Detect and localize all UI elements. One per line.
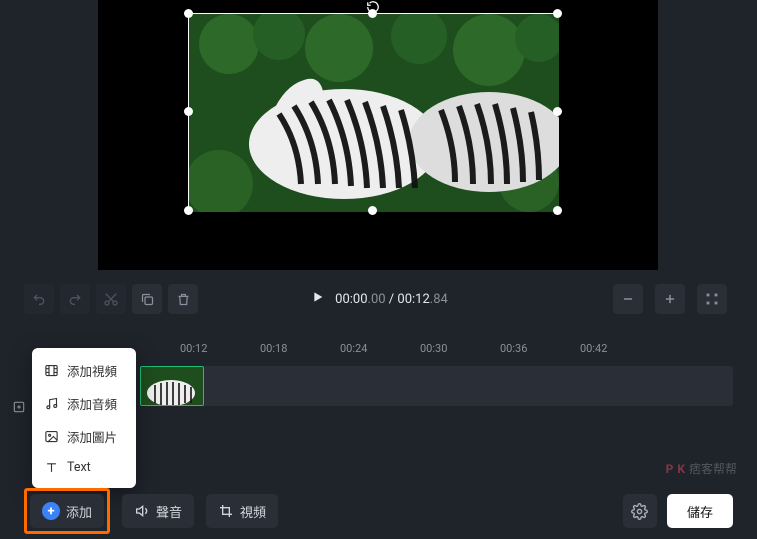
sound-icon <box>134 503 150 519</box>
total-time: 00:12 <box>397 292 429 307</box>
preview-canvas[interactable] <box>98 0 658 270</box>
gear-icon <box>631 503 648 520</box>
sound-tab[interactable]: 聲音 <box>122 494 194 528</box>
rotate-icon[interactable] <box>366 0 380 14</box>
timecode-display: 00:00.00 / 00:12.84 <box>335 292 448 307</box>
add-button-label: 添加 <box>66 502 92 521</box>
add-menu-item-text[interactable]: Text <box>32 453 136 482</box>
resize-handle-w[interactable] <box>184 107 193 116</box>
zoom-out-button[interactable] <box>613 284 643 314</box>
cut-button[interactable] <box>96 284 126 314</box>
ruler-tick: 00:24 <box>340 342 367 355</box>
resize-handle-s[interactable] <box>368 206 377 215</box>
add-menu: 添加視頻 添加音頻 添加圖片 Text <box>32 348 136 488</box>
timeline-ruler[interactable]: 00:12 00:18 00:24 00:30 00:36 00:42 <box>140 342 733 360</box>
crop-icon <box>218 503 234 519</box>
tutorial-highlight: + 添加 <box>24 488 110 534</box>
clip-thumbnail-preview <box>189 14 559 212</box>
ruler-tick: 00:30 <box>420 342 447 355</box>
save-button-label: 儲存 <box>687 502 713 521</box>
image-icon <box>44 429 59 444</box>
text-icon <box>44 460 59 475</box>
bottom-bar: + 添加 聲音 視頻 儲存 <box>0 483 757 539</box>
watermark: PK 痞客帮帮 <box>666 460 737 477</box>
add-track-icon[interactable] <box>12 400 26 414</box>
ruler-tick: 00:18 <box>260 342 287 355</box>
playback-controls: 00:00.00 / 00:12.84 <box>309 289 448 309</box>
video-track[interactable] <box>140 366 733 406</box>
resize-handle-e[interactable] <box>553 107 562 116</box>
resize-handle-sw[interactable] <box>184 206 193 215</box>
add-menu-item-label: 添加視頻 <box>67 361 117 380</box>
delete-button[interactable] <box>168 284 198 314</box>
editor-toolbar: 00:00.00 / 00:12.84 <box>24 282 733 316</box>
video-tab-label: 視頻 <box>240 502 266 521</box>
copy-button[interactable] <box>132 284 162 314</box>
resize-handle-se[interactable] <box>553 206 562 215</box>
fit-button[interactable] <box>697 284 727 314</box>
add-button[interactable]: + 添加 <box>30 494 104 528</box>
ruler-tick: 00:42 <box>580 342 607 355</box>
save-button[interactable]: 儲存 <box>667 494 733 528</box>
sound-tab-label: 聲音 <box>156 502 182 521</box>
add-menu-item-image[interactable]: 添加圖片 <box>32 420 136 453</box>
current-time: 00:00 <box>335 292 367 307</box>
undo-button[interactable] <box>24 284 54 314</box>
plus-icon: + <box>42 502 60 520</box>
settings-button[interactable] <box>623 494 657 528</box>
redo-button[interactable] <box>60 284 90 314</box>
add-menu-item-label: 添加圖片 <box>67 427 117 446</box>
resize-handle-nw[interactable] <box>184 9 193 18</box>
resize-handle-ne[interactable] <box>553 9 562 18</box>
add-menu-item-video[interactable]: 添加視頻 <box>32 354 136 387</box>
add-menu-item-label: Text <box>67 460 91 475</box>
timeline-clip[interactable] <box>140 366 204 406</box>
video-tab[interactable]: 視頻 <box>206 494 278 528</box>
film-icon <box>44 363 59 378</box>
zoom-in-button[interactable] <box>655 284 685 314</box>
add-menu-item-label: 添加音頻 <box>67 394 117 413</box>
add-menu-item-audio[interactable]: 添加音頻 <box>32 387 136 420</box>
music-icon <box>44 396 59 411</box>
ruler-tick: 00:12 <box>180 342 207 355</box>
ruler-tick: 00:36 <box>500 342 527 355</box>
selected-clip-frame[interactable] <box>188 13 558 211</box>
play-button[interactable] <box>309 289 325 309</box>
timeline[interactable]: 00:12 00:18 00:24 00:30 00:36 00:42 <box>140 342 733 422</box>
